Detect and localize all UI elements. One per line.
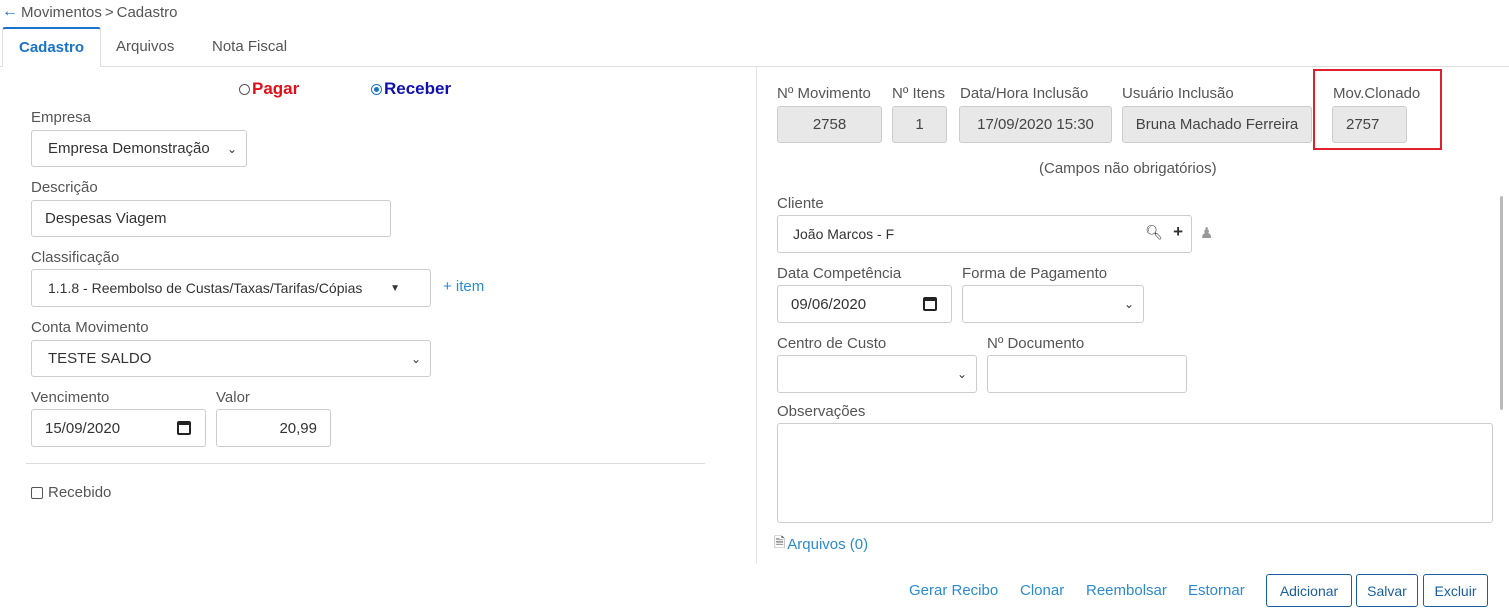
user-icon[interactable]: ♟ [1200, 224, 1213, 242]
n-itens-label: Nº Itens [892, 85, 945, 102]
forma-pagamento-label: Forma de Pagamento [962, 265, 1108, 282]
data-competencia-label: Data Competência [777, 265, 902, 282]
radio-receber-label: Receber [384, 79, 452, 98]
divider [26, 463, 705, 464]
conta-movimento-select[interactable]: TESTE SALDO ⌄ [31, 340, 431, 377]
calendar-icon[interactable] [923, 297, 937, 311]
forma-pagamento-select[interactable]: ⌄ [962, 285, 1144, 323]
radio-pagar-circle[interactable] [239, 83, 250, 95]
data-inclusao-field: 17/09/2020 15:30 [959, 106, 1112, 143]
highlight-box [1313, 69, 1442, 150]
usuario-inclusao-label: Usuário Inclusão [1122, 85, 1234, 102]
arquivos-link-row[interactable]: 🗎︎ Arquivos (0) [774, 532, 868, 556]
add-icon[interactable]: + [1173, 222, 1183, 242]
centro-custo-select[interactable]: ⌄ [777, 355, 977, 393]
salvar-button[interactable]: Salvar [1356, 574, 1418, 607]
radio-pagar-label: Pagar [252, 79, 300, 98]
calendar-icon[interactable] [177, 421, 191, 435]
vencimento-date-input[interactable]: 15/09/2020 [31, 409, 206, 447]
excluir-button[interactable]: Excluir [1423, 574, 1488, 607]
radio-pagar[interactable]: Pagar [239, 79, 299, 99]
valor-label: Valor [216, 389, 250, 406]
observacoes-textarea[interactable] [777, 423, 1493, 523]
classificacao-select-value: 1.1.8 - Reembolso de Custas/Taxas/Tarifa… [48, 280, 363, 296]
usuario-inclusao-value: Bruna Machado Ferreira [1135, 116, 1299, 133]
radio-receber[interactable]: Receber [371, 79, 451, 99]
breadcrumb-section[interactable]: Movimentos [21, 4, 102, 21]
chevron-down-icon: ⌄ [226, 141, 237, 156]
empresa-select[interactable]: Empresa Demonstração ⌄ [31, 130, 247, 167]
data-inclusao-label: Data/Hora Inclusão [960, 85, 1089, 102]
arquivos-link[interactable]: Arquivos (0) [787, 536, 868, 553]
conta-movimento-label: Conta Movimento [31, 319, 149, 336]
cliente-value: João Marcos - F [793, 226, 895, 242]
breadcrumb: ← Movimentos > Cadastro [2, 3, 178, 21]
tab-nota-fiscal[interactable]: Nota Fiscal [196, 27, 303, 67]
breadcrumb-separator: > [104, 3, 114, 21]
cliente-input[interactable]: João Marcos - F 🔍︎ + [777, 215, 1192, 253]
search-icon[interactable]: 🔍︎ [1145, 224, 1163, 241]
estornar-link[interactable]: Estornar [1188, 582, 1245, 599]
n-movimento-value: 2758 [812, 116, 847, 133]
data-competencia-value: 09/06/2020 [791, 295, 867, 313]
recebido-checkbox-row[interactable]: Recebido [31, 484, 111, 501]
recebido-checkbox[interactable] [31, 486, 43, 499]
tab-arquivos[interactable]: Arquivos [100, 27, 190, 67]
vencimento-label: Vencimento [31, 389, 110, 406]
usuario-inclusao-field: Bruna Machado Ferreira [1122, 106, 1312, 143]
descricao-label: Descrição [31, 179, 98, 196]
data-competencia-input[interactable]: 09/06/2020 [777, 285, 952, 323]
classificacao-select[interactable]: 1.1.8 - Reembolso de Custas/Taxas/Tarifa… [31, 269, 431, 307]
centro-custo-label: Centro de Custo [777, 335, 887, 352]
descricao-input[interactable]: Despesas Viagem [31, 200, 391, 237]
empresa-select-value: Empresa Demonstração [48, 140, 210, 157]
tab-bar: Cadastro Arquivos Nota Fiscal [0, 27, 1509, 67]
back-arrow-icon[interactable]: ← [2, 3, 18, 21]
cliente-label: Cliente [777, 195, 824, 212]
optional-fields-note: (Campos não obrigatórios) [1039, 160, 1217, 177]
chevron-down-icon: ⌄ [410, 351, 421, 366]
breadcrumb-page: Cadastro [116, 3, 178, 21]
n-documento-label: Nº Documento [987, 335, 1085, 352]
empresa-label: Empresa [31, 109, 92, 126]
chevron-down-icon: ⌄ [956, 367, 967, 381]
add-item-link[interactable]: + item [443, 278, 484, 295]
tab-cadastro[interactable]: Cadastro [2, 27, 102, 67]
caret-down-icon: ▼ [390, 282, 400, 294]
observacoes-label: Observações [777, 403, 866, 420]
recebido-label: Recebido [48, 484, 112, 501]
chevron-down-icon: ⌄ [1123, 297, 1134, 311]
n-itens-value: 1 [915, 116, 924, 133]
vencimento-value: 15/09/2020 [45, 419, 121, 437]
classificacao-label: Classificação [31, 249, 120, 266]
conta-movimento-value: TESTE SALDO [48, 350, 152, 367]
n-movimento-label: Nº Movimento [777, 85, 871, 102]
n-itens-field: 1 [892, 106, 947, 143]
file-icon: 🗎︎ [774, 534, 786, 550]
scrollbar[interactable] [1500, 196, 1503, 410]
clonar-link[interactable]: Clonar [1020, 582, 1064, 599]
valor-input[interactable]: 20,99 [216, 409, 331, 447]
data-inclusao-value: 17/09/2020 15:30 [977, 116, 1094, 133]
n-documento-input[interactable] [987, 355, 1187, 393]
descricao-input-value: Despesas Viagem [45, 210, 167, 227]
column-divider [756, 67, 757, 564]
radio-receber-circle[interactable] [371, 83, 382, 95]
valor-value: 20,99 [279, 419, 317, 437]
reembolsar-link[interactable]: Reembolsar [1086, 582, 1167, 599]
n-movimento-field: 2758 [777, 106, 882, 143]
gerar-recibo-link[interactable]: Gerar Recibo [909, 582, 998, 599]
adicionar-button[interactable]: Adicionar [1266, 574, 1352, 607]
